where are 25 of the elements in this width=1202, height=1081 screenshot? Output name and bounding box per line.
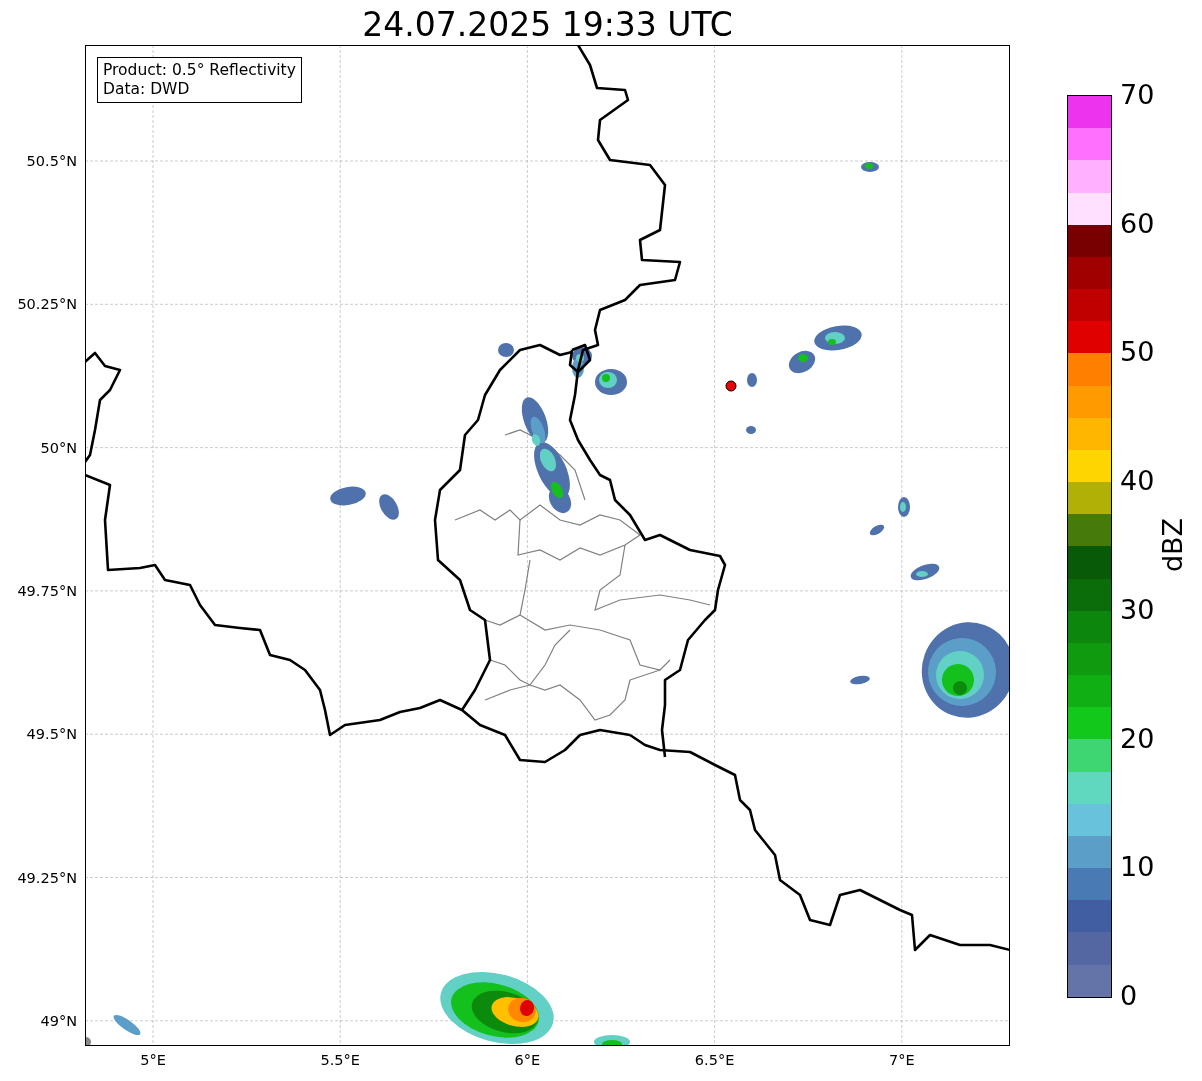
- colorbar-tick-label: 50: [1120, 337, 1155, 368]
- colorbar-tick-label: 20: [1120, 723, 1155, 754]
- radar-site-marker: [725, 380, 737, 392]
- latitude-label: 49°N: [40, 1012, 77, 1029]
- legend-text: Product: 0.5° Reflectivity: [103, 61, 296, 80]
- colorbar-tick-label: 40: [1120, 466, 1155, 497]
- colorbar-label: dBZ: [1156, 517, 1188, 573]
- latitude-label: 49.5°N: [26, 726, 77, 743]
- chart-title: 24.07.2025 19:33 UTC: [362, 5, 733, 45]
- longitude-label: 7°E: [889, 1052, 915, 1068]
- latitude-label: 49.25°N: [17, 869, 77, 886]
- colorbar-tick-label: 70: [1120, 80, 1155, 110]
- colorbar-tick-label: 0: [1120, 981, 1138, 1011]
- longitude-label: 5°E: [140, 1052, 166, 1068]
- latitude-label: 50.5°N: [26, 153, 77, 169]
- latitude-label: 49.75°N: [17, 582, 77, 599]
- legend-text: Data: DWD: [103, 80, 191, 99]
- latitude-label: 50°N: [40, 439, 77, 456]
- longitude-label: 6.5°E: [694, 1052, 735, 1068]
- latitude-label: 50.25°N: [17, 296, 77, 313]
- colorbar-tick-label: 60: [1120, 208, 1155, 239]
- colorbar-tick-label: 30: [1120, 594, 1155, 625]
- colorbar-tick-label: 10: [1120, 852, 1155, 883]
- longitude-label: 6°E: [514, 1052, 541, 1068]
- longitude-label: 5.5°E: [320, 1052, 360, 1068]
